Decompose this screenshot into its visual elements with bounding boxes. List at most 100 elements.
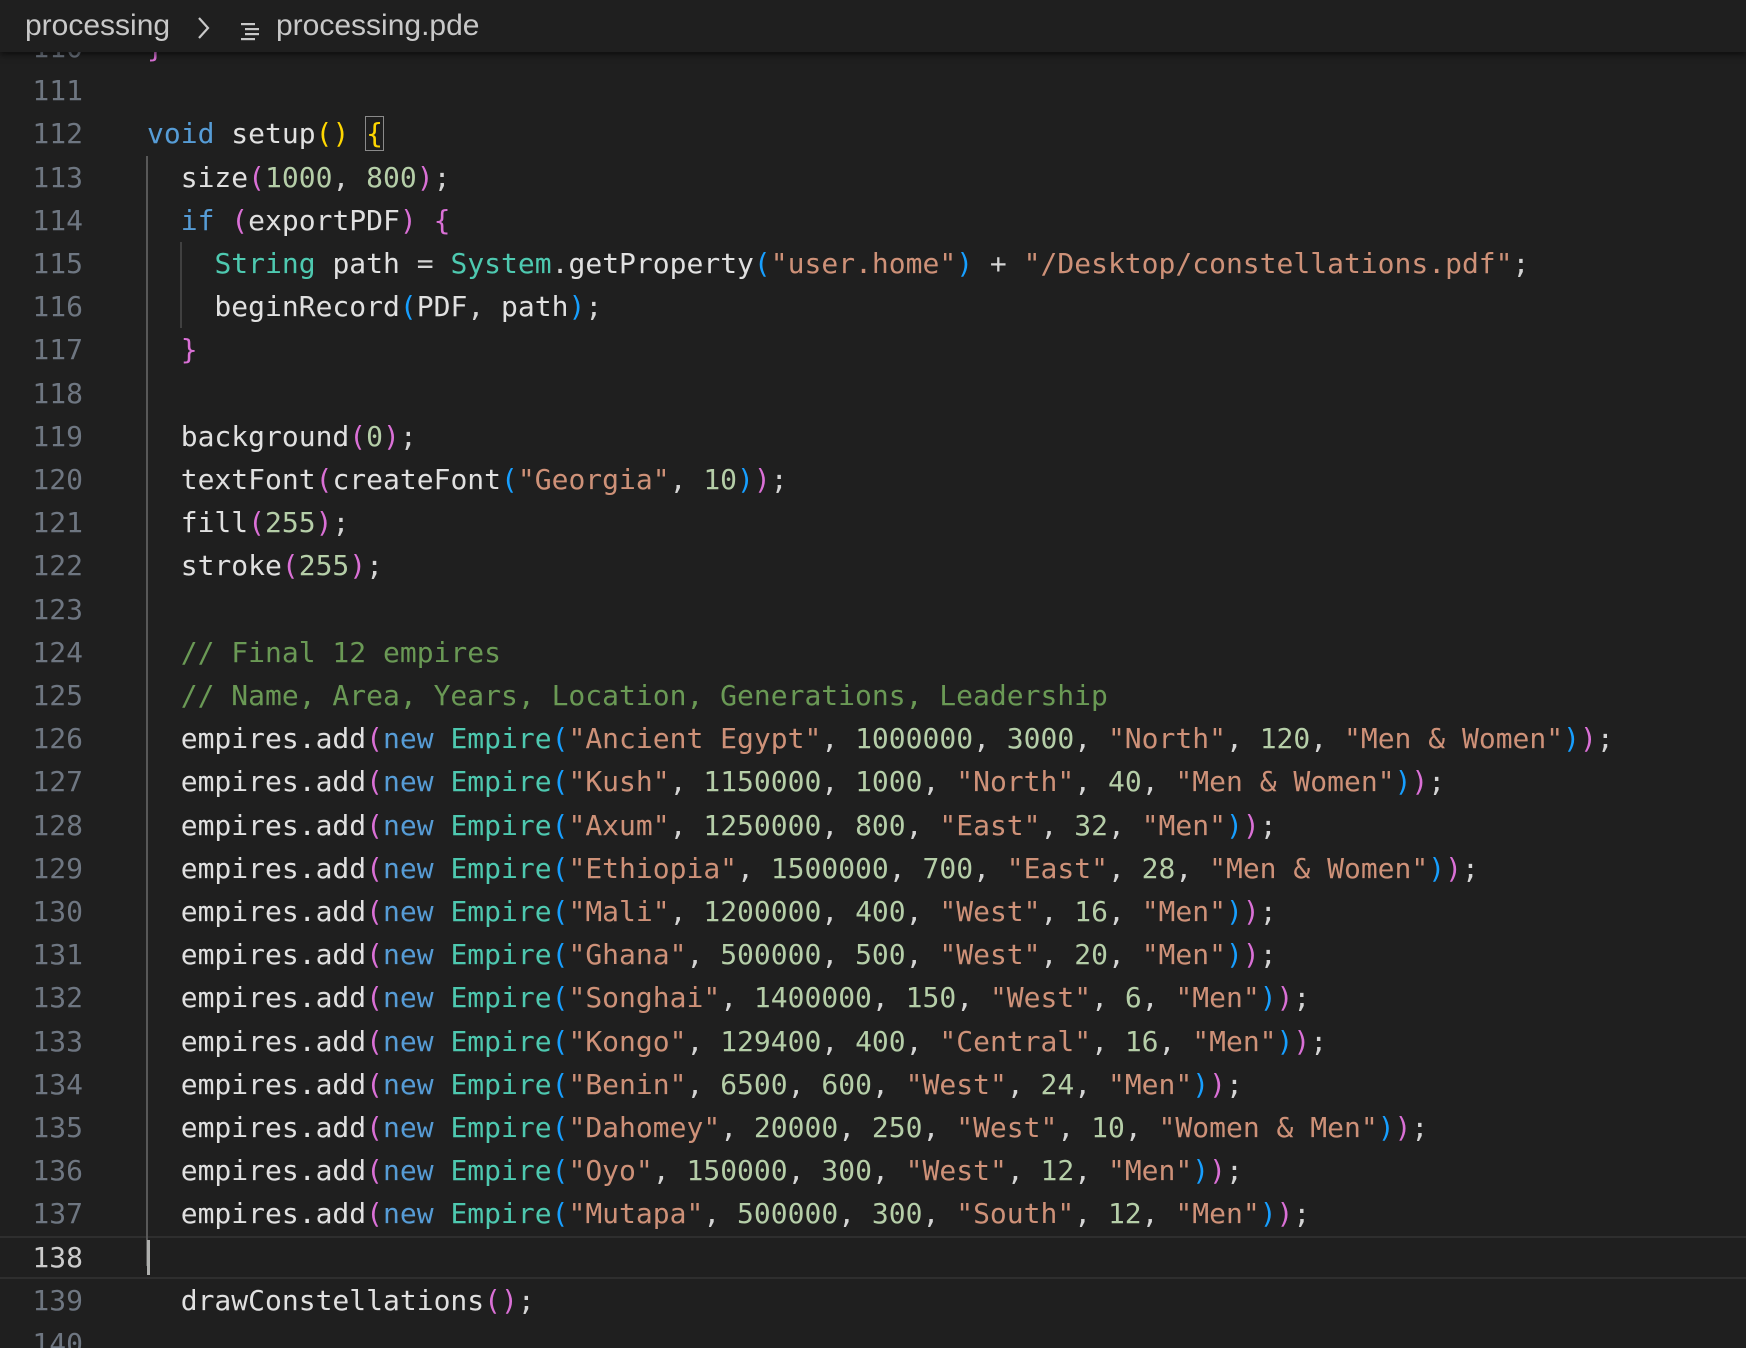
code-line[interactable]: 127 empires.add(new Empire("Kush", 11500… bbox=[0, 760, 1746, 803]
code-token: 250 bbox=[871, 1111, 923, 1144]
code-token: 6 bbox=[1124, 981, 1142, 1015]
code-token: , bbox=[838, 1197, 872, 1231]
code-token: ; bbox=[1310, 1024, 1328, 1058]
code-token: ( bbox=[349, 419, 367, 453]
code-token: 20000 bbox=[753, 1111, 839, 1144]
code-line[interactable]: 111 bbox=[0, 69, 1746, 112]
code-text: } bbox=[147, 328, 198, 371]
code-token: , bbox=[1310, 722, 1344, 756]
code-token: ( bbox=[366, 851, 384, 885]
code-line[interactable]: 131 empires.add(new Empire("Ghana", 5000… bbox=[0, 933, 1746, 976]
code-token: exportPDF bbox=[248, 203, 400, 237]
code-token: ( bbox=[551, 938, 569, 972]
code-token: empires.add bbox=[147, 1067, 367, 1101]
code-token: ( bbox=[551, 722, 569, 756]
code-line[interactable]: 118 bbox=[0, 372, 1746, 415]
code-token: empires.add bbox=[147, 895, 367, 928]
code-token: ( bbox=[551, 765, 569, 799]
code-line[interactable]: 116 beginRecord(PDF, path); bbox=[0, 285, 1746, 328]
code-line[interactable]: 122 stroke(255); bbox=[0, 544, 1746, 587]
code-line[interactable]: 126 empires.add(new Empire("Ancient Egyp… bbox=[0, 717, 1746, 760]
code-token: ( bbox=[551, 1067, 569, 1101]
code-line[interactable]: 129 empires.add(new Empire("Ethiopia", 1… bbox=[0, 847, 1746, 890]
code-token: ) bbox=[1445, 851, 1462, 885]
code-token: , bbox=[1141, 1197, 1176, 1231]
code-token: 28 bbox=[1141, 851, 1176, 885]
code-token: new bbox=[383, 981, 434, 1015]
code-line[interactable]: 132 empires.add(new Empire("Songhai", 14… bbox=[0, 976, 1746, 1019]
code-editor[interactable]: 110}111112void setup() {113 size(1000, 8… bbox=[0, 0, 1746, 1348]
code-line[interactable]: 128 empires.add(new Empire("Axum", 12500… bbox=[0, 804, 1746, 847]
code-token: "/Desktop/constellations.pdf" bbox=[1023, 247, 1513, 280]
code-token: ; bbox=[366, 549, 384, 583]
code-line[interactable]: 136 empires.add(new Empire("Oyo", 150000… bbox=[0, 1149, 1746, 1192]
code-line[interactable]: 112 void setup() { bbox=[0, 112, 1746, 155]
code-token: path bbox=[332, 247, 400, 280]
code-token: "Men" bbox=[1107, 1154, 1193, 1188]
code-token: ( bbox=[366, 1024, 384, 1058]
line-number: 112 bbox=[32, 117, 83, 151]
line-number: 132 bbox=[32, 981, 83, 1015]
code-token: ; bbox=[1259, 895, 1277, 928]
code-token: "Georgia" bbox=[517, 463, 670, 496]
code-token: fill bbox=[147, 506, 249, 540]
code-token: ) bbox=[1276, 981, 1294, 1015]
code-token: , bbox=[1107, 851, 1142, 885]
code-token: new bbox=[383, 938, 434, 972]
breadcrumb-file[interactable]: processing.pde bbox=[276, 7, 479, 45]
code-token: ; bbox=[399, 419, 417, 453]
code-line[interactable]: 140 bbox=[0, 1322, 1746, 1348]
code-line[interactable]: 113 size(1000, 800); bbox=[0, 156, 1746, 199]
code-text: if (exportPDF) { bbox=[147, 199, 451, 242]
code-token: "Men" bbox=[1175, 981, 1260, 1015]
breadcrumb-folder[interactable]: processing bbox=[25, 7, 170, 45]
line-number: 128 bbox=[32, 808, 83, 842]
code-line[interactable]: 139 drawConstellations(); bbox=[0, 1279, 1746, 1322]
line-number: 122 bbox=[32, 549, 83, 583]
code-token: ( bbox=[366, 1154, 384, 1188]
code-token: ) bbox=[1242, 938, 1260, 972]
code-text: fill(255); bbox=[147, 501, 350, 544]
code-line[interactable]: 117 } bbox=[0, 328, 1746, 371]
code-token: , bbox=[871, 1154, 906, 1188]
code-token: if bbox=[147, 203, 215, 237]
code-token: , bbox=[1225, 722, 1260, 756]
code-line[interactable]: 123 bbox=[0, 588, 1746, 631]
line-number: 136 bbox=[32, 1154, 83, 1188]
code-line[interactable]: 138 bbox=[0, 1235, 1746, 1279]
code-line[interactable]: 130 empires.add(new Empire("Mali", 12000… bbox=[0, 890, 1746, 933]
code-token: , bbox=[1091, 1024, 1125, 1058]
code-token: , bbox=[1124, 1111, 1159, 1144]
line-number: 117 bbox=[32, 333, 83, 367]
code-line[interactable]: 135 empires.add(new Empire("Dahomey", 20… bbox=[0, 1106, 1746, 1149]
code-line[interactable]: 115 String path = System.getProperty("us… bbox=[0, 242, 1746, 285]
code-line[interactable]: 125 // Name, Area, Years, Location, Gene… bbox=[0, 674, 1746, 717]
code-line[interactable]: 137 empires.add(new Empire("Mutapa", 500… bbox=[0, 1192, 1746, 1235]
code-line[interactable]: 124 // Final 12 empires bbox=[0, 631, 1746, 674]
code-text: background(0); bbox=[147, 415, 417, 458]
code-token: 6500 bbox=[720, 1067, 788, 1101]
code-token: background bbox=[147, 419, 350, 453]
code-line[interactable]: 119 background(0); bbox=[0, 415, 1746, 458]
code-token: , bbox=[669, 808, 704, 842]
code-token: 1400000 bbox=[753, 981, 872, 1015]
code-token: 16 bbox=[1074, 895, 1108, 928]
code-token: , bbox=[973, 851, 1007, 885]
code-token: , bbox=[686, 1024, 721, 1058]
code-line[interactable]: 114 if (exportPDF) { bbox=[0, 199, 1746, 242]
code-token: , bbox=[1141, 981, 1176, 1015]
code-line[interactable]: 133 empires.add(new Empire("Kongo", 1294… bbox=[0, 1020, 1746, 1063]
code-line[interactable]: 120 textFont(createFont("Georgia", 10)); bbox=[0, 458, 1746, 501]
code-token: empires.add bbox=[147, 851, 367, 885]
line-number: 131 bbox=[32, 938, 83, 972]
code-token: , bbox=[669, 463, 704, 496]
code-token: ( bbox=[315, 463, 333, 496]
code-line[interactable]: 121 fill(255); bbox=[0, 501, 1746, 544]
code-token: PDF bbox=[416, 290, 468, 324]
code-token: , bbox=[1074, 765, 1108, 799]
code-token: ; bbox=[585, 290, 603, 324]
code-line[interactable]: 134 empires.add(new Empire("Benin", 6500… bbox=[0, 1063, 1746, 1106]
